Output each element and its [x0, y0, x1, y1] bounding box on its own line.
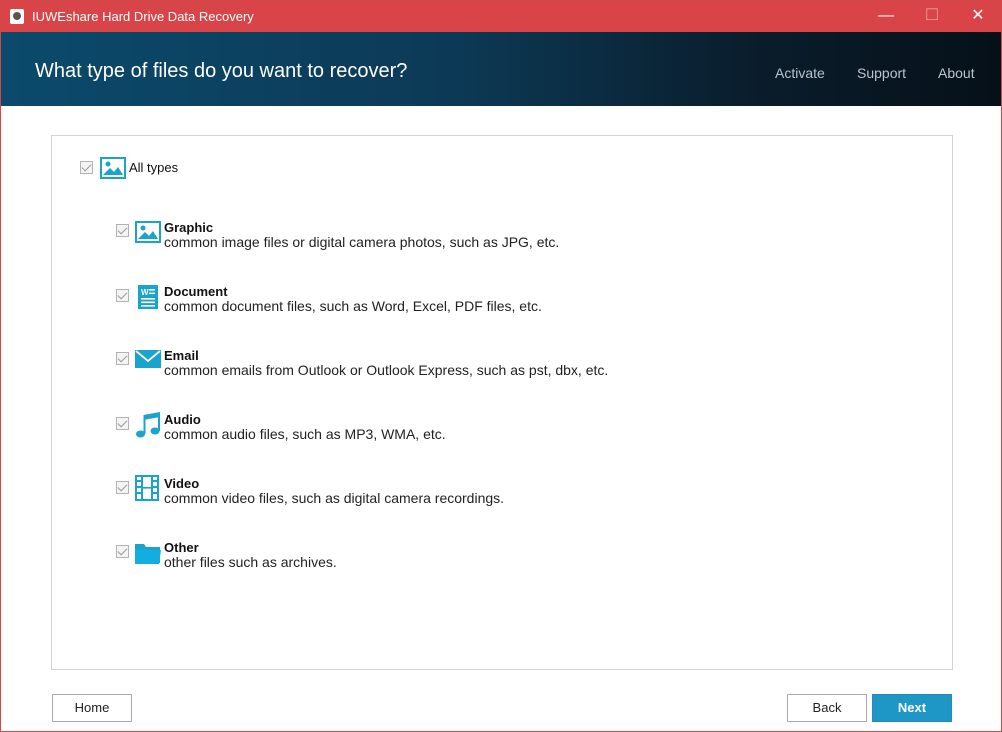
page-title: What type of files do you want to recove… — [35, 60, 408, 82]
graphic-title: Graphic — [164, 220, 214, 235]
window-title: IUWEshare Hard Drive Data Recovery — [32, 9, 254, 24]
audio-title: Audio — [164, 412, 201, 427]
home-button[interactable]: Home — [52, 694, 132, 722]
music-note-icon — [136, 412, 160, 438]
other-title: Other — [164, 540, 199, 555]
email-title: Email — [164, 348, 199, 363]
svg-text:W: W — [141, 288, 149, 297]
other-checkbox[interactable] — [116, 545, 129, 558]
image-icon — [135, 221, 161, 243]
document-title: Document — [164, 284, 228, 299]
audio-description: common audio files, such as MP3, WMA, et… — [164, 426, 446, 442]
email-icon — [135, 350, 161, 368]
next-button[interactable]: Next — [872, 694, 952, 722]
app-window: IUWEshare Hard Drive Data Recovery — ☐ ✕… — [0, 0, 1002, 732]
nav-activate-link[interactable]: Activate — [775, 65, 825, 81]
other-description: other files such as archives. — [164, 554, 337, 570]
close-button[interactable]: ✕ — [955, 1, 1001, 32]
video-checkbox[interactable] — [116, 481, 129, 494]
app-logo-icon — [10, 9, 24, 24]
document-icon: W — [138, 285, 158, 309]
email-checkbox[interactable] — [116, 352, 129, 365]
video-title: Video — [164, 476, 200, 491]
title-bar[interactable]: IUWEshare Hard Drive Data Recovery — ☐ ✕ — [1, 1, 1001, 32]
document-description: common document files, such as Word, Exc… — [164, 298, 542, 314]
maximize-button[interactable]: ☐ — [909, 1, 955, 32]
nav-support-link[interactable]: Support — [857, 65, 906, 81]
audio-checkbox[interactable] — [116, 417, 129, 430]
video-description: common video files, such as digital came… — [164, 490, 505, 506]
film-icon — [135, 475, 159, 501]
graphic-checkbox[interactable] — [116, 224, 129, 237]
file-type-panel — [51, 135, 953, 670]
header-banner: What type of files do you want to recove… — [1, 32, 1001, 106]
graphic-description: common image files or digital camera pho… — [164, 234, 560, 250]
all-types-label: All types — [129, 160, 179, 175]
image-icon — [100, 157, 126, 179]
nav-about-link[interactable]: About — [938, 65, 975, 81]
all-types-checkbox[interactable] — [80, 161, 93, 174]
back-button[interactable]: Back — [787, 694, 867, 722]
minimize-button[interactable]: — — [863, 1, 909, 32]
folder-icon — [135, 544, 161, 564]
email-description: common emails from Outlook or Outlook Ex… — [164, 362, 609, 378]
document-checkbox[interactable] — [116, 289, 129, 302]
